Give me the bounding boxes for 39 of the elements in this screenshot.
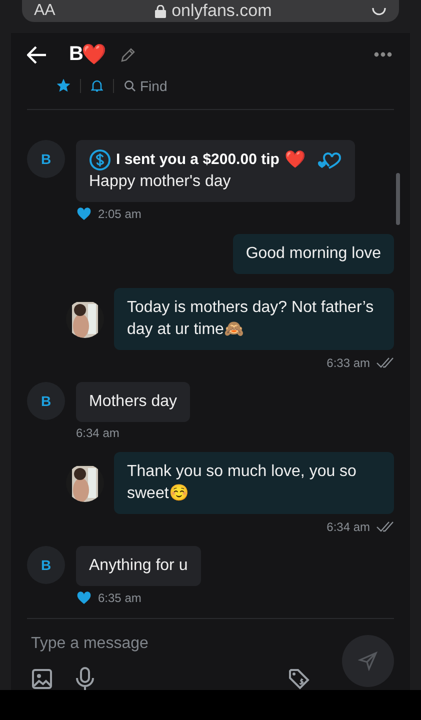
send-button[interactable] — [342, 635, 394, 687]
text-size-button[interactable]: AA — [34, 2, 56, 20]
tip-text: I sent you a $200.00 tip — [116, 150, 280, 170]
message-time: 6:35 am — [98, 591, 142, 605]
message-text: Anything for u — [89, 557, 188, 574]
heart-emoji: ❤ — [284, 149, 306, 171]
star-icon[interactable] — [57, 79, 70, 92]
message-time: 6:34 am — [76, 426, 120, 440]
dollar-coin-icon — [89, 149, 111, 171]
find-button[interactable]: Find — [124, 78, 168, 94]
message-text: Good morning love — [246, 245, 381, 262]
avatar[interactable]: B — [27, 546, 65, 584]
back-arrow-icon[interactable] — [27, 46, 47, 64]
avatar[interactable]: B — [27, 382, 65, 420]
avatar[interactable]: B — [27, 140, 65, 178]
microphone-icon[interactable] — [75, 667, 95, 690]
pencil-icon[interactable] — [120, 46, 136, 63]
price-tag-icon[interactable] — [288, 668, 310, 690]
address-bar[interactable]: AA onlyfans.com — [22, 0, 399, 22]
message-text: Mothers day — [89, 393, 178, 410]
lock-icon — [154, 4, 166, 18]
message-time: 2:05 am — [98, 207, 142, 221]
image-icon[interactable] — [31, 668, 53, 690]
more-options-icon[interactable] — [374, 52, 392, 58]
message-time: 6:33 am — [326, 356, 370, 370]
scrollbar[interactable] — [396, 173, 400, 225]
liked-heart-icon[interactable] — [76, 590, 92, 606]
search-icon — [124, 80, 136, 92]
hearts-icon[interactable] — [316, 150, 342, 170]
message-input[interactable]: Type a message — [31, 629, 281, 659]
url-text: onlyfans.com — [172, 2, 272, 20]
contact-name: B❤ — [69, 42, 106, 68]
message-text: Happy mother's day — [89, 173, 231, 190]
message-time: 6:34 am — [326, 520, 370, 534]
send-icon — [358, 651, 378, 671]
liked-heart-icon[interactable] — [76, 206, 92, 222]
message-text: Today is mothers day? Not father’s day at ur time🙈 — [127, 299, 374, 338]
message-text: Thank you so much love, you so sweet☺ — [127, 463, 356, 502]
bell-icon[interactable] — [91, 79, 103, 92]
